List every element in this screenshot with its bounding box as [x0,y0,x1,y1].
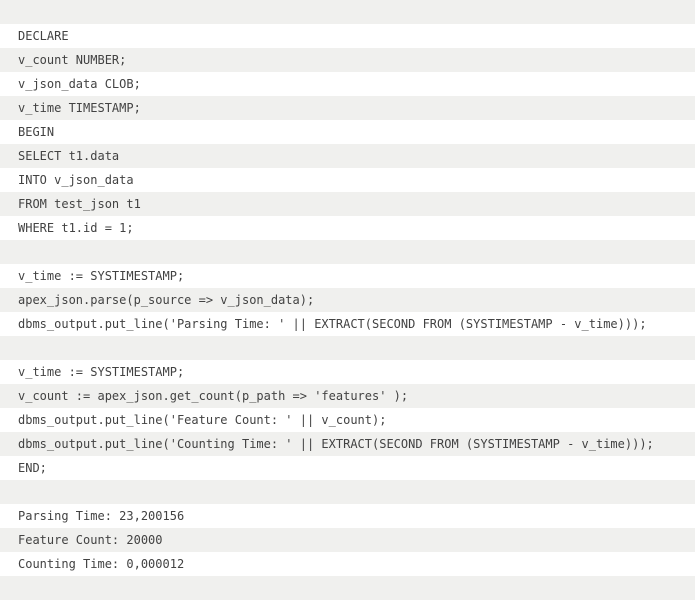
code-line [0,240,695,264]
code-line: INTO v_json_data [0,168,695,192]
code-line: FROM test_json t1 [0,192,695,216]
code-line: Feature Count: 20000 [0,528,695,552]
code-line: END; [0,456,695,480]
code-line: Counting Time: 0,000012 [0,552,695,576]
code-line: Parsing Time: 23,200156 [0,504,695,528]
code-line: v_time := SYSTIMESTAMP; [0,264,695,288]
code-line: WHERE t1.id = 1; [0,216,695,240]
code-line: SELECT t1.data [0,144,695,168]
code-line: dbms_output.put_line('Counting Time: ' |… [0,432,695,456]
code-line: DECLARE [0,24,695,48]
code-line: dbms_output.put_line('Feature Count: ' |… [0,408,695,432]
code-line [0,480,695,504]
code-line [0,0,695,24]
code-line: BEGIN [0,120,695,144]
code-line: v_time := SYSTIMESTAMP; [0,360,695,384]
code-line: v_json_data CLOB; [0,72,695,96]
code-line: v_time TIMESTAMP; [0,96,695,120]
code-line: v_count := apex_json.get_count(p_path =>… [0,384,695,408]
code-block: DECLAREv_count NUMBER;v_json_data CLOB;v… [0,0,695,600]
code-line [0,336,695,360]
code-line: v_count NUMBER; [0,48,695,72]
code-line: dbms_output.put_line('Parsing Time: ' ||… [0,312,695,336]
code-line: apex_json.parse(p_source => v_json_data)… [0,288,695,312]
code-line [0,576,695,600]
